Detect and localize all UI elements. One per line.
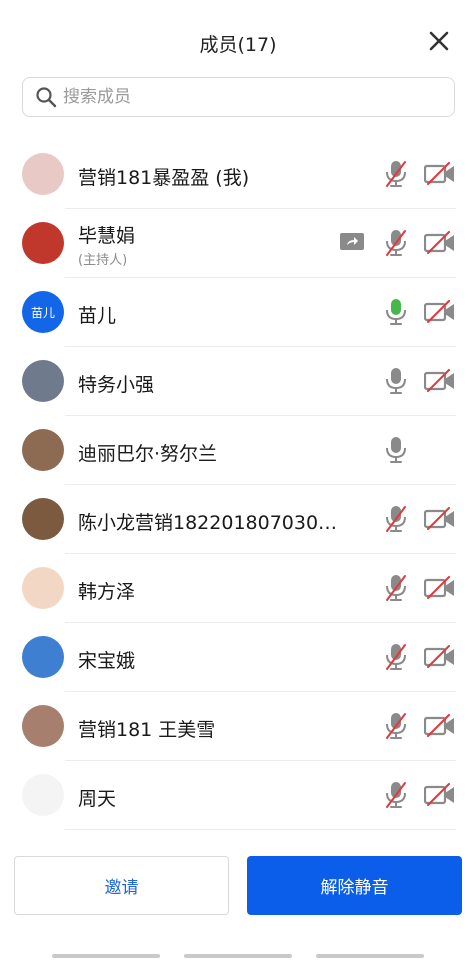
camera-off-icon[interactable] — [424, 710, 456, 742]
camera-off-icon[interactable] — [424, 572, 456, 604]
avatar — [22, 498, 64, 540]
member-row[interactable]: 毕慧娟 (主持人) — [0, 209, 476, 278]
member-name: 陈小龙营销182201807030… — [78, 512, 338, 534]
member-row[interactable]: 苗儿 苗儿 — [0, 278, 476, 347]
search-bar[interactable] — [22, 77, 455, 117]
member-name: 宋宝娥 — [78, 650, 136, 672]
member-row[interactable]: 陈小龙营销182201807030… — [0, 485, 476, 554]
avatar — [22, 636, 64, 678]
member-name: 周天 — [78, 788, 117, 810]
member-controls — [380, 710, 456, 742]
member-name: 毕慧娟 — [78, 225, 136, 247]
member-row[interactable]: 营销181 王美雪 — [0, 692, 476, 761]
member-row[interactable]: 营销181暴盈盈 (我) — [0, 140, 476, 209]
avatar — [22, 222, 64, 264]
camera-placeholder — [424, 434, 456, 466]
home-indicator — [52, 954, 160, 958]
mic-muted-icon[interactable] — [380, 779, 412, 811]
camera-off-icon[interactable] — [424, 227, 456, 259]
invite-button[interactable]: 邀请 — [14, 856, 229, 915]
mic-muted-icon[interactable] — [380, 158, 412, 190]
avatar — [22, 567, 64, 609]
close-icon[interactable] — [424, 26, 454, 56]
member-controls — [380, 158, 456, 190]
member-controls — [380, 503, 456, 535]
member-name: 特务小强 — [78, 374, 155, 396]
member-name: 营销181暴盈盈 (我) — [78, 167, 250, 189]
member-name: 苗儿 — [78, 305, 117, 327]
member-name: 迪丽巴尔·努尔兰 — [78, 443, 218, 465]
camera-off-icon[interactable] — [424, 779, 456, 811]
mic-icon[interactable] — [380, 434, 412, 466]
member-controls — [336, 227, 456, 259]
member-controls — [380, 434, 456, 466]
footer-actions: 邀请 解除静音 — [14, 856, 462, 916]
mic-muted-icon[interactable] — [380, 641, 412, 673]
page-title: 成员(17) — [199, 34, 277, 56]
member-controls — [380, 641, 456, 673]
home-indicator — [316, 954, 424, 958]
member-name: 韩方泽 — [78, 581, 136, 603]
avatar: 苗儿 — [22, 291, 64, 333]
screen-share-icon[interactable] — [336, 227, 368, 259]
member-row[interactable]: 韩方泽 — [0, 554, 476, 623]
member-controls — [380, 779, 456, 811]
camera-off-icon[interactable] — [424, 296, 456, 328]
avatar — [22, 429, 64, 471]
home-indicator — [184, 954, 292, 958]
member-row[interactable]: 宋宝娥 — [0, 623, 476, 692]
avatar-initials: 苗儿 — [30, 305, 55, 320]
mic-muted-icon[interactable] — [380, 227, 412, 259]
member-role: (主持人) — [78, 253, 128, 268]
member-name: 营销181 王美雪 — [78, 719, 216, 741]
member-controls — [380, 365, 456, 397]
member-controls — [380, 296, 456, 328]
mic-active-icon[interactable] — [380, 296, 412, 328]
member-row[interactable]: 特务小强 — [0, 347, 476, 416]
member-controls — [380, 572, 456, 604]
member-row[interactable]: 周天 — [0, 761, 476, 830]
mic-muted-icon[interactable] — [380, 503, 412, 535]
search-input[interactable] — [63, 87, 423, 107]
camera-off-icon[interactable] — [424, 641, 456, 673]
camera-off-icon[interactable] — [424, 503, 456, 535]
avatar — [22, 705, 64, 747]
camera-off-icon[interactable] — [424, 158, 456, 190]
avatar — [22, 774, 64, 816]
search-icon — [36, 87, 57, 108]
row-divider — [65, 829, 456, 830]
header: 成员(17) — [0, 0, 476, 84]
member-list: 营销181暴盈盈 (我) 毕慧娟 (主持人) 苗儿 苗儿特务小强迪丽巴尔·努尔兰陈小龙营… — [0, 140, 476, 830]
unmute-all-button[interactable]: 解除静音 — [247, 856, 462, 915]
avatar — [22, 360, 64, 402]
camera-off-icon[interactable] — [424, 365, 456, 397]
mic-muted-icon[interactable] — [380, 572, 412, 604]
avatar — [22, 153, 64, 195]
mic-icon[interactable] — [380, 365, 412, 397]
member-row[interactable]: 迪丽巴尔·努尔兰 — [0, 416, 476, 485]
mic-muted-icon[interactable] — [380, 710, 412, 742]
